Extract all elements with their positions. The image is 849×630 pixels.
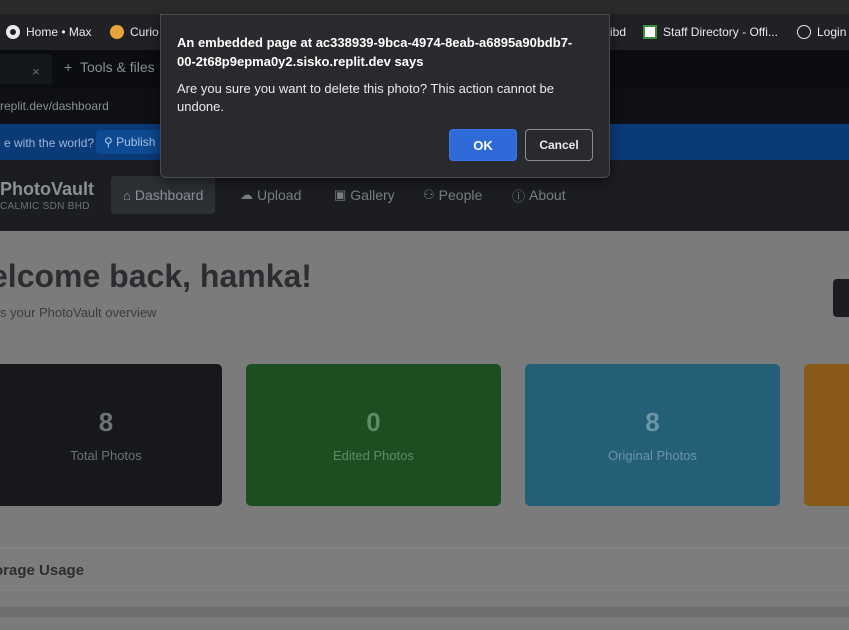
nav-gallery[interactable]: ▣ Gallery [322, 176, 407, 214]
storage-usage-section: orage Usage [0, 547, 849, 591]
dashboard-main: elcome back, hamka! s your PhotoVault ov… [0, 231, 849, 630]
publish-button[interactable]: ⚲ Publish [96, 130, 164, 154]
nav-people[interactable]: ⚇ People [411, 176, 494, 214]
nav-label: People [438, 187, 483, 203]
header-action-button[interactable] [833, 279, 849, 317]
bookmark-label: Home • Max [26, 25, 92, 39]
globe-icon [797, 25, 811, 39]
nav-label: Dashboard [134, 187, 204, 203]
bookmark-curio[interactable]: Curio [110, 14, 159, 50]
bookmark-label: Login [817, 25, 847, 39]
welcome-subtitle: s your PhotoVault overview [0, 305, 157, 320]
confirm-dialog: An embedded page at ac338939-9bca-4974-8… [160, 14, 610, 178]
publish-label: Publish [116, 135, 156, 149]
progress-track [0, 607, 849, 617]
tools-label: Tools & files [79, 59, 155, 75]
stat-card-partial [804, 364, 849, 506]
nav-upload[interactable]: ☁ Upload [228, 176, 313, 214]
bookmark-staff-directory[interactable]: Staff Directory - Offi... [643, 14, 778, 50]
storage-usage-title: orage Usage [0, 562, 85, 579]
nav-about[interactable]: ⓘ About [500, 176, 578, 214]
close-icon[interactable]: × [32, 64, 40, 79]
plus-icon: + [64, 59, 80, 75]
cancel-button[interactable]: Cancel [525, 129, 593, 161]
nav-dashboard[interactable]: ⌂ Dashboard [111, 176, 216, 214]
stat-value: 0 [366, 407, 381, 437]
window-top-strip [0, 0, 849, 14]
dialog-message: Are you sure you want to delete this pho… [177, 81, 554, 114]
image-icon: ▣ [334, 187, 347, 202]
curio-icon [110, 25, 124, 39]
bookmark-home-max[interactable]: Home • Max [6, 14, 92, 50]
bookmark-label: ibd [610, 25, 627, 39]
home-icon: ⌂ [123, 187, 131, 203]
ok-button[interactable]: OK [449, 129, 517, 161]
nav-label: About [529, 187, 566, 203]
webview-url[interactable]: replit.dev/dashboard [0, 99, 109, 113]
publish-icon: ⚲ [104, 135, 117, 149]
stat-value: 8 [645, 407, 660, 437]
brand-subtitle: CALMIC SDN BHD [0, 201, 90, 212]
info-icon: ⓘ [512, 188, 526, 204]
stat-value: 8 [98, 407, 114, 437]
stat-label: Total Photos [70, 448, 142, 463]
banner-text: e with the world? [4, 136, 95, 150]
bookmark-ibd[interactable]: ibd [610, 14, 626, 50]
brand-name[interactable]: PhotoVault [0, 179, 94, 200]
replit-tab[interactable]: × [0, 54, 52, 84]
stat-card-original-photos: 8 Original Photos [525, 364, 780, 506]
stat-card-total-photos: 8 Total Photos [0, 364, 222, 506]
stat-label: Original Photos [608, 448, 697, 463]
cloud-upload-icon: ☁ [240, 187, 253, 202]
bookmark-login[interactable]: Login [797, 14, 846, 50]
stat-label: Edited Photos [333, 448, 414, 463]
stat-card-edited-photos: 0 Edited Photos [246, 364, 501, 506]
staff-directory-icon [643, 25, 657, 39]
circle-logo-icon [6, 25, 20, 39]
bookmark-label: Staff Directory - Offi... [663, 25, 778, 39]
dialog-title: An embedded page at ac338939-9bca-4974-8… [177, 35, 573, 69]
nav-label: Gallery [350, 187, 395, 203]
bookmark-label: Curio [130, 25, 159, 39]
tools-files-button[interactable]: + Tools & files [64, 59, 155, 75]
nav-label: Upload [257, 187, 302, 203]
people-icon: ⚇ [423, 187, 435, 202]
welcome-heading: elcome back, hamka! [0, 258, 312, 294]
